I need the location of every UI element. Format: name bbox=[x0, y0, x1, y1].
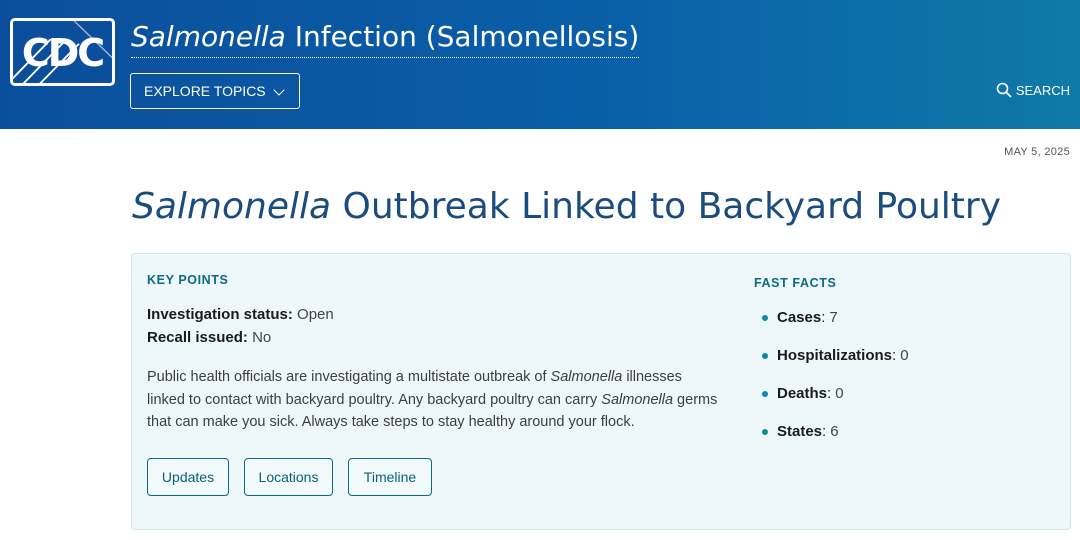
chevron-down-icon bbox=[273, 84, 285, 96]
key-points-heading: KEY POINTS bbox=[147, 273, 229, 287]
timeline-button[interactable]: Timeline bbox=[348, 458, 432, 496]
fact-label: Deaths bbox=[777, 385, 828, 402]
bullet-icon bbox=[762, 428, 768, 435]
site-header: CDC Salmonella Infection (Salmonellosis)… bbox=[0, 0, 1080, 129]
search-label: SEARCH bbox=[1015, 82, 1070, 98]
site-title-rest: Infection (Salmonellosis) bbox=[285, 20, 640, 53]
fact-value: 7 bbox=[829, 309, 838, 326]
recall-label: Recall issued: bbox=[147, 329, 248, 346]
locations-button[interactable]: Locations bbox=[244, 458, 333, 496]
investigation-status-label: Investigation status: bbox=[147, 306, 293, 323]
site-title[interactable]: Salmonella Infection (Salmonellosis) bbox=[131, 18, 640, 58]
search-icon bbox=[996, 82, 1012, 98]
fact-cases: Cases:7 bbox=[762, 309, 838, 326]
bullet-icon bbox=[762, 390, 768, 397]
cdc-logo[interactable]: CDC bbox=[10, 18, 115, 86]
fact-label: Cases bbox=[777, 309, 822, 326]
page-title: Salmonella Outbreak Linked to Backyard P… bbox=[132, 186, 1001, 227]
site-title-italic: Salmonella bbox=[131, 20, 286, 53]
fact-hospitalizations: Hospitalizations:0 bbox=[762, 347, 909, 364]
summary-italic-1: Salmonella bbox=[550, 369, 623, 385]
summary-paragraph: Public health officials are investigatin… bbox=[147, 366, 722, 434]
fast-facts-heading: FAST FACTS bbox=[754, 276, 837, 290]
recall-status: Recall issued: No bbox=[147, 329, 271, 346]
updates-button[interactable]: Updates bbox=[147, 458, 229, 496]
investigation-status-value: Open bbox=[297, 306, 334, 323]
fact-deaths: Deaths:0 bbox=[762, 385, 844, 402]
logo-text: CDC bbox=[21, 31, 105, 75]
bullet-icon bbox=[762, 352, 768, 359]
bullet-icon bbox=[762, 314, 768, 321]
summary-text-1: Public health officials are investigatin… bbox=[147, 369, 551, 385]
publish-date: MAY 5, 2025 bbox=[1004, 146, 1070, 158]
recall-value: No bbox=[252, 329, 272, 346]
fact-value: 0 bbox=[835, 385, 844, 402]
page-title-rest: Outbreak Linked to Backyard Poultry bbox=[331, 186, 1002, 227]
investigation-status: Investigation status: Open bbox=[147, 306, 334, 323]
fact-label: States bbox=[777, 423, 823, 440]
key-points-card: KEY POINTS Investigation status: Open Re… bbox=[131, 253, 1071, 530]
search-button[interactable]: SEARCH bbox=[996, 80, 1070, 100]
summary-italic-2: Salmonella bbox=[601, 391, 674, 408]
fact-value: 0 bbox=[900, 347, 909, 364]
fact-states: States:6 bbox=[762, 423, 839, 440]
explore-topics-label: EXPLORE TOPICS bbox=[144, 83, 266, 99]
fact-label: Hospitalizations bbox=[777, 347, 893, 364]
page-title-italic: Salmonella bbox=[132, 186, 332, 227]
fact-value: 6 bbox=[830, 423, 839, 440]
explore-topics-button[interactable]: EXPLORE TOPICS bbox=[130, 73, 300, 109]
